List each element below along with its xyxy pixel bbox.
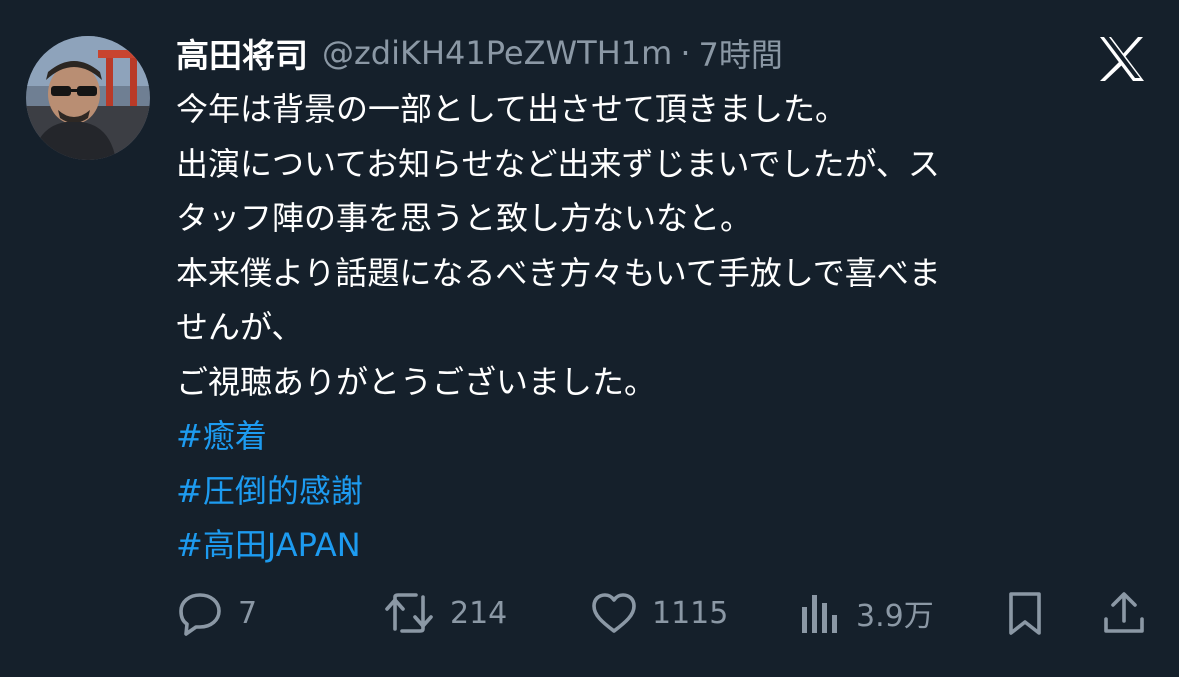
retweet-count: 214 <box>450 595 508 631</box>
tweet-text-line: せんが、 <box>176 308 304 346</box>
bookmark-icon <box>1009 592 1041 635</box>
reply-button[interactable]: 7 <box>176 588 257 638</box>
hashtag-link[interactable]: #圧倒的感謝 <box>176 464 1136 519</box>
reply-count: 7 <box>238 595 258 631</box>
like-button[interactable]: 1115 <box>590 588 728 638</box>
tweet-text-line: ご視聴ありがとうございました。 <box>176 362 657 401</box>
display-name[interactable]: 高田将司 <box>176 29 308 77</box>
tweet-text-line: 出演についてお知らせなど出来ずじまいでしたが、ス <box>176 144 940 183</box>
share-icon <box>1104 592 1144 633</box>
avatar[interactable] <box>26 36 150 160</box>
x-logo-icon <box>1100 37 1144 81</box>
tweet-text-line: 本来僕より話題になるべき方々もいて手放しで喜べま <box>176 253 941 292</box>
timestamp[interactable]: 7時間 <box>698 30 782 76</box>
bookmark-button[interactable] <box>1004 588 1046 638</box>
tweet-actions: 7 214 1115 3.9万 <box>176 588 1148 638</box>
views-count: 3.9万 <box>856 599 934 634</box>
retweet-icon <box>385 593 433 633</box>
separator-dot: · <box>680 34 691 72</box>
retweet-button[interactable]: 214 <box>382 588 507 638</box>
tweet-text: 今年は背景の一部として出させて頂きました。 出演についてお知らせなど出来ずじまい… <box>176 82 1136 573</box>
avatar-photo <box>26 36 150 160</box>
reply-icon <box>179 593 221 636</box>
views-button[interactable]: 3.9万 <box>798 588 934 638</box>
hashtag-link[interactable]: #癒着 <box>176 409 1136 464</box>
heart-icon <box>592 593 636 633</box>
tweet-header: 高田将司 @zdiKH41PeZWTH1m · 7時間 <box>176 28 783 78</box>
views-icon <box>802 595 837 633</box>
user-handle[interactable]: @zdiKH41PeZWTH1m <box>322 34 672 72</box>
share-button[interactable] <box>1100 588 1148 638</box>
like-count: 1115 <box>652 595 729 631</box>
hashtag-link[interactable]: #高田JAPAN <box>176 518 1136 573</box>
tweet-text-line: タッフ陣の事を思うと致し方ないなと。 <box>176 199 753 237</box>
tweet-text-line: 今年は背景の一部として出させて頂きました。 <box>176 90 848 128</box>
